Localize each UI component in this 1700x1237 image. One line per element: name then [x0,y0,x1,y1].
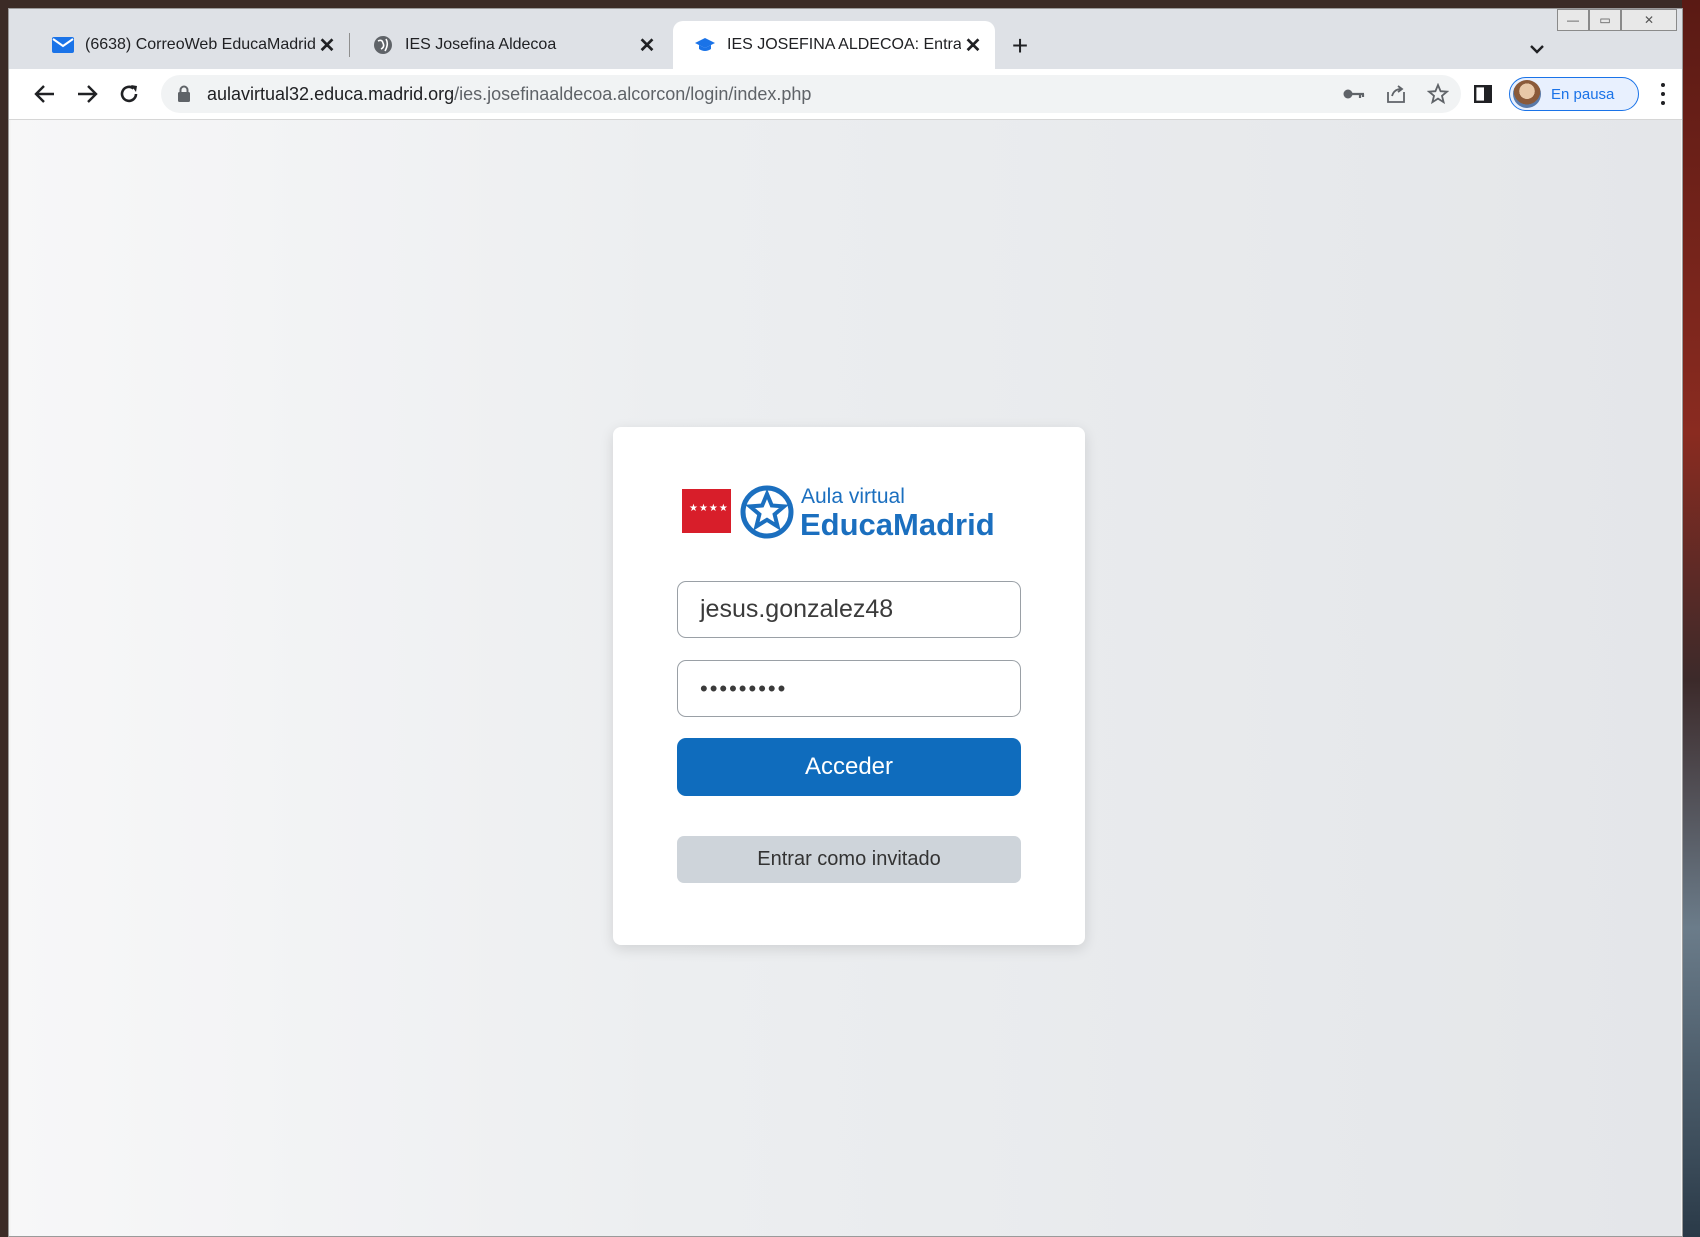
profile-button[interactable]: En pausa [1509,77,1639,111]
graduation-cap-icon [693,33,717,57]
close-tab-icon[interactable]: ✕ [635,33,659,57]
logo-title: EducaMadrid [800,507,995,542]
close-window-icon[interactable]: ✕ [1621,9,1677,31]
login-button[interactable]: Acceder [677,738,1021,796]
url-host: aulavirtual32.educa.madrid.org [207,83,455,104]
side-panel-icon[interactable] [1474,85,1493,104]
address-bar[interactable]: aulavirtual32.educa.madrid.org/ies.josef… [161,75,1461,113]
password-input[interactable]: ••••••••• [677,660,1021,717]
minimize-icon[interactable]: — [1557,9,1589,31]
desktop-background [1682,0,1700,1237]
login-card: ★★★★ Aula virtual EducaMadrid jesus.gonz… [613,427,1085,945]
profile-status: En pausa [1551,85,1615,103]
star-icon[interactable] [1425,81,1451,107]
lock-icon[interactable] [177,85,193,103]
close-tab-icon[interactable]: ✕ [315,33,339,57]
guest-login-button[interactable]: Entrar como invitado [677,836,1021,883]
tab-ies-josefina[interactable]: IES Josefina Aldecoa ✕ [351,21,669,69]
forward-icon[interactable] [71,78,103,110]
username-value: jesus.gonzalez48 [700,595,894,623]
omnibox-actions [1341,81,1451,107]
mail-icon [51,33,75,57]
educamadrid-logo: ★★★★ Aula virtual EducaMadrid [682,485,1022,542]
educamadrid-star-icon [740,485,794,539]
tab-strip: (6638) CorreoWeb EducaMadrid ✕ IES Josef… [9,9,1682,69]
tab-correoweb[interactable]: (6638) CorreoWeb EducaMadrid ✕ [31,21,349,69]
logo-subtitle: Aula virtual [801,485,905,508]
globe-icon [371,33,395,57]
back-icon[interactable] [29,78,61,110]
share-icon[interactable] [1383,81,1409,107]
url-path: /ies.josefinaaldecoa.alcorcon/login/inde… [454,83,812,104]
tab-search-icon[interactable] [1525,37,1549,61]
comunidad-madrid-flag-icon: ★★★★ [682,489,731,533]
url-text: aulavirtual32.educa.madrid.org/ies.josef… [207,84,811,105]
menu-icon[interactable] [1653,81,1673,107]
tab-title: IES Josefina Aldecoa [405,36,557,53]
window-controls: — ▭ ✕ [1557,9,1677,33]
tab-aula-virtual-login[interactable]: IES JOSEFINA ALDECOA: Entrar a ✕ [673,21,995,69]
avatar [1513,80,1541,108]
username-input[interactable]: jesus.gonzalez48 [677,581,1021,638]
page-content: ★★★★ Aula virtual EducaMadrid jesus.gonz… [11,120,1681,1236]
new-tab-button[interactable]: + [1006,32,1034,61]
reload-icon[interactable] [113,78,145,110]
close-tab-icon[interactable]: ✕ [961,33,985,57]
tab-title: IES JOSEFINA ALDECOA: Entrar a [727,36,961,53]
maximize-icon[interactable]: ▭ [1589,9,1621,31]
tab-separator [349,33,350,57]
browser-toolbar: aulavirtual32.educa.madrid.org/ies.josef… [9,69,1682,120]
key-icon[interactable] [1341,81,1367,107]
tab-title: (6638) CorreoWeb EducaMadrid [85,36,315,53]
password-mask: ••••••••• [700,675,788,701]
browser-window: (6638) CorreoWeb EducaMadrid ✕ IES Josef… [8,8,1683,1237]
